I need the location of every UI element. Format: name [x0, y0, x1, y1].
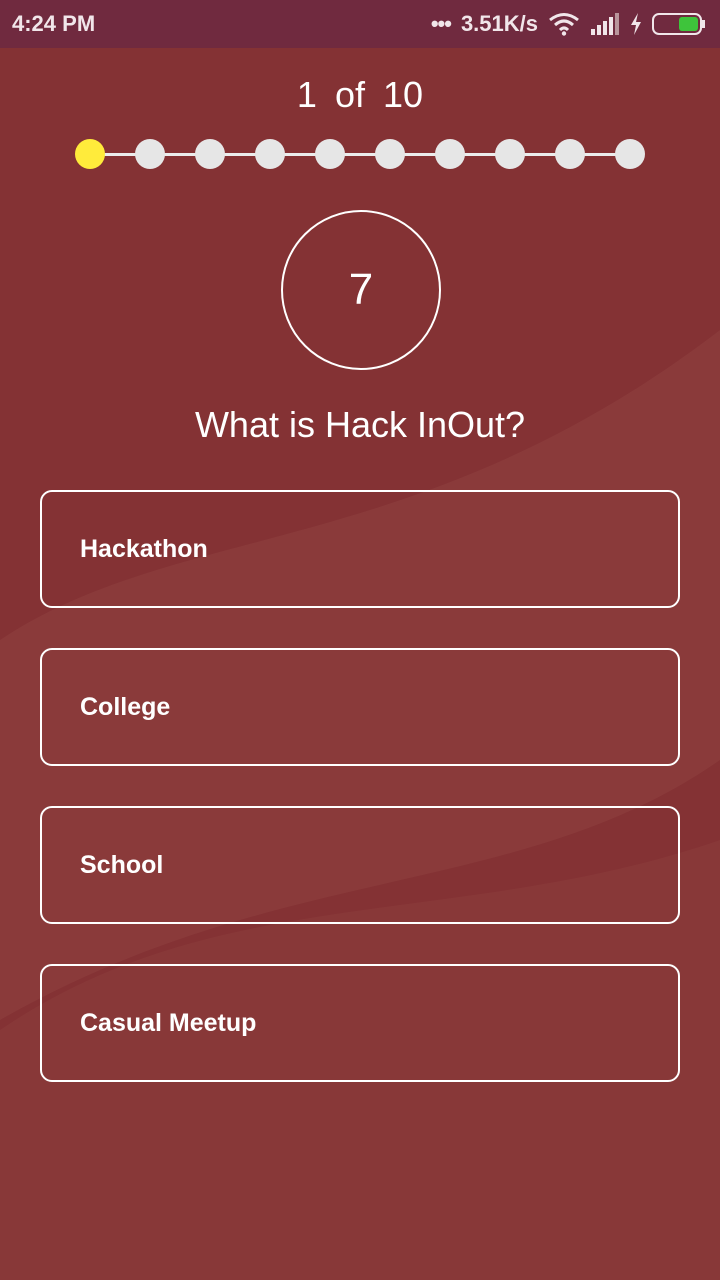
option-casual-meetup[interactable]: Casual Meetup	[40, 964, 680, 1082]
progress-step-dot	[555, 139, 585, 169]
timer-value: 7	[348, 265, 374, 314]
wifi-icon	[548, 12, 580, 36]
option-label: College	[80, 692, 171, 721]
status-bar: 4:24 PM ••• 3.51K/s	[0, 0, 720, 48]
option-label: School	[80, 850, 164, 879]
battery-icon	[652, 13, 706, 35]
progress-step-dot	[615, 139, 645, 169]
progress-step-dot	[135, 139, 165, 169]
option-hackathon[interactable]: Hackathon	[40, 490, 680, 608]
option-school[interactable]: School	[40, 806, 680, 924]
status-indicators: ••• 3.51K/s	[431, 11, 706, 37]
progress-step-dot	[315, 139, 345, 169]
option-label: Casual Meetup	[80, 1008, 257, 1037]
answer-options: Hackathon College School Casual Meetup	[40, 490, 680, 1122]
network-speed: 3.51K/s	[460, 11, 538, 36]
progress-step-dot	[375, 139, 405, 169]
progress-step-dot	[75, 139, 105, 169]
question-text: What is Hack InOut?	[194, 404, 526, 445]
progress-of-label: of	[334, 74, 365, 115]
progress-step-dot	[495, 139, 525, 169]
more-dots-icon: •••	[430, 11, 452, 36]
charging-bolt-icon	[630, 13, 642, 35]
progress-step-dot	[435, 139, 465, 169]
status-time: 4:24 PM	[12, 11, 96, 36]
total-question-count: 10	[383, 74, 424, 115]
current-question-number: 1	[296, 74, 317, 115]
signal-icon	[590, 13, 620, 35]
progress-step-dot	[255, 139, 285, 169]
option-college[interactable]: College	[40, 648, 680, 766]
progress-step-dot	[195, 139, 225, 169]
option-label: Hackathon	[80, 534, 208, 563]
countdown-timer: 7	[281, 210, 441, 370]
progress-stepper	[75, 139, 645, 169]
stepper-line	[90, 153, 630, 156]
quiz-screen: 1 of 10 7 What is Hack InOut? Hackathon …	[0, 48, 720, 1280]
question-progress: 1 of 10	[0, 74, 720, 116]
